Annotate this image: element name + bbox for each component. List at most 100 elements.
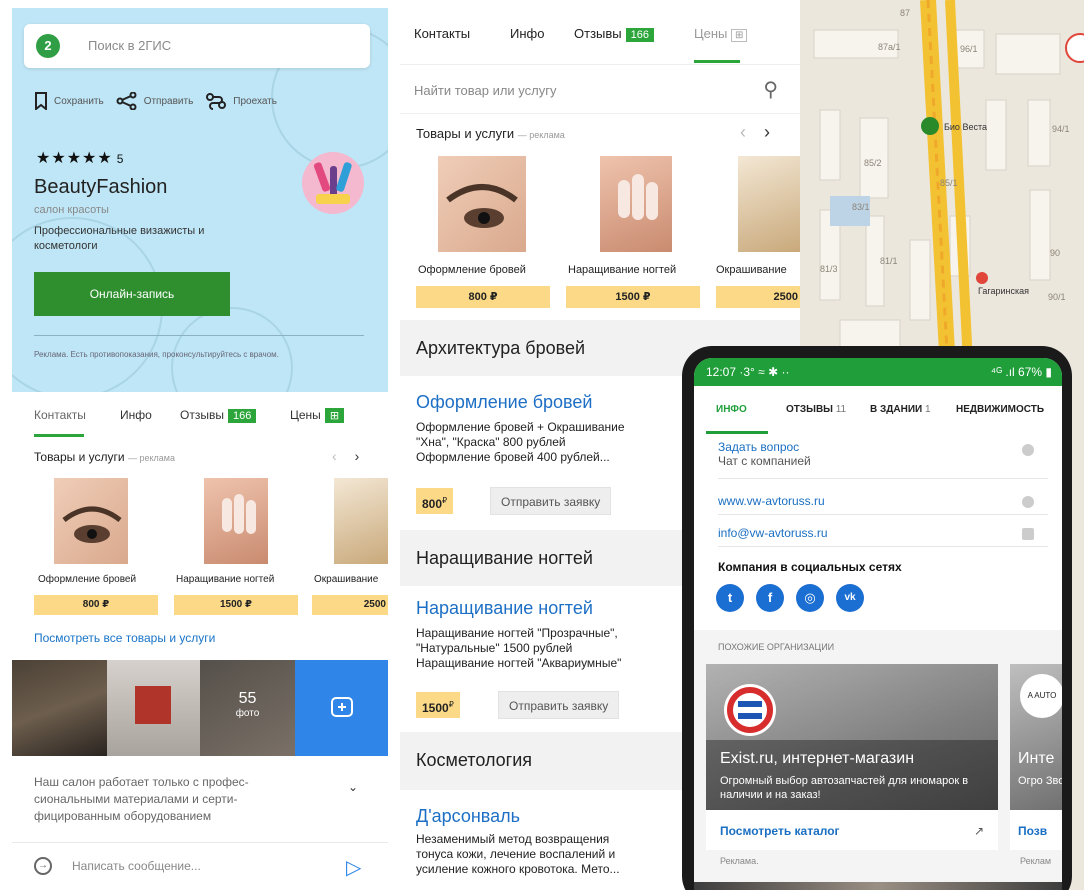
price-tag[interactable]: 2500 xyxy=(312,595,388,615)
metro-icon[interactable] xyxy=(976,272,988,284)
photo-count-label: фото xyxy=(235,708,260,719)
photo-more[interactable]: 55 фото xyxy=(200,660,295,756)
globe-icon[interactable] xyxy=(1022,496,1034,508)
route-label: Проехать xyxy=(233,95,277,107)
similar-org-card[interactable]: Exist.ru, интернет-магазин Огромный выбо… xyxy=(706,664,998,850)
map-marker-icon[interactable] xyxy=(1065,33,1084,63)
send-request-button[interactable]: Отправить заявку xyxy=(490,487,612,515)
search-icon[interactable]: ⚲ xyxy=(763,77,778,102)
product-image-nails[interactable] xyxy=(204,478,268,564)
message-input[interactable]: Написать сообщение... xyxy=(72,859,201,873)
chevron-down-icon[interactable]: ⌄ xyxy=(348,780,358,794)
goods-search-input[interactable]: Найти товар или услугу ⚲ xyxy=(400,64,800,114)
tab-reviews[interactable]: ОТЗЫВЫ 11 xyxy=(786,404,846,415)
tab-reviews[interactable]: Отзывы 166 xyxy=(180,408,257,423)
view-catalog-link[interactable]: Посмотреть каталог xyxy=(720,824,840,838)
service-title[interactable]: Наращивание ногтей xyxy=(416,598,593,619)
service-title[interactable]: Оформление бровей xyxy=(416,392,592,413)
divider xyxy=(718,478,1048,479)
product-image-brows[interactable] xyxy=(438,156,526,252)
service-price[interactable]: 800₽ xyxy=(416,488,454,514)
service-title[interactable]: Д'арсонваль xyxy=(416,806,520,827)
external-link-icon[interactable]: ↗ xyxy=(974,824,984,838)
chevron-right-icon[interactable]: › xyxy=(764,122,770,142)
tab-bar: Контакты Инфо Отзывы 166 Цены ⊞ xyxy=(400,8,800,64)
product-image-hair[interactable] xyxy=(738,156,800,252)
tab-contacts[interactable]: Контакты xyxy=(414,26,470,41)
share-icon xyxy=(116,92,137,110)
product-image-brows[interactable] xyxy=(54,478,128,564)
service-price[interactable]: 1500₽ xyxy=(416,692,460,718)
map-label: 83/1 xyxy=(852,202,870,212)
phone-tab-bar: ИНФО ОТЗЫВЫ 11 В ЗДАНИИ 1 НЕДВИЖИМОСТЬ xyxy=(694,386,1062,434)
bookmark-icon xyxy=(35,92,47,110)
message-bar: → Написать сообщение... ▷ xyxy=(12,842,388,890)
instagram-icon[interactable]: ◎ xyxy=(796,584,824,612)
tab-reviews-label: ОТЗЫВЫ xyxy=(786,404,833,415)
see-all-goods-link[interactable]: Посмотреть все товары и услуги xyxy=(34,631,215,645)
photo-count-value: 55 xyxy=(238,690,257,707)
mail-icon[interactable] xyxy=(1022,528,1034,540)
divider xyxy=(34,335,364,336)
vk-icon[interactable]: vk xyxy=(836,584,864,612)
chat-icon[interactable] xyxy=(1022,444,1034,456)
similar-org-card[interactable]: A AUTO Инте Огро Звон Позв xyxy=(1010,664,1062,850)
product-image-nails[interactable] xyxy=(600,156,672,252)
chevron-left-icon[interactable]: ‹ xyxy=(740,122,746,142)
tab-prices[interactable]: Цены ⊞ xyxy=(694,26,748,42)
tab-in-building-count: 1 xyxy=(925,404,931,415)
goods-title: Товары и услуги — реклама xyxy=(34,450,175,464)
rating: ★★★★★ 5 xyxy=(36,148,124,168)
ask-question-link[interactable]: Задать вопрос xyxy=(718,440,799,454)
photo-thumb[interactable] xyxy=(107,660,200,756)
tab-in-building-label: В ЗДАНИИ xyxy=(870,404,923,415)
tab-real-estate[interactable]: НЕДВИЖИМОСТЬ xyxy=(956,404,1044,415)
category-header: Наращивание ногтей xyxy=(416,548,593,568)
rating-value: 5 xyxy=(116,152,125,166)
price-tag[interactable]: 800 ₽ xyxy=(416,286,550,308)
call-link[interactable]: Позв xyxy=(1018,824,1047,838)
tab-prices[interactable]: Цены ⊞ xyxy=(290,408,345,423)
business-type: салон красоты xyxy=(34,204,109,216)
price-tag[interactable]: 2500 xyxy=(716,286,800,308)
attach-icon[interactable]: → xyxy=(34,857,52,875)
photo-thumb[interactable] xyxy=(12,660,107,756)
business-description: Профессиональные визажисты и косметологи xyxy=(34,225,205,252)
online-booking-button[interactable]: Онлайн-запись xyxy=(34,272,230,316)
price-tag[interactable]: 800 ₽ xyxy=(34,595,158,615)
cart-icon: ⊞ xyxy=(324,408,345,423)
search-input[interactable]: 2 Поиск в 2ГИС xyxy=(24,24,370,68)
tab-prices-label: Цены xyxy=(290,408,321,422)
tab-contacts[interactable]: Контакты xyxy=(34,408,86,422)
product-image-hair[interactable] xyxy=(334,478,388,564)
2gis-logo-icon: 2 xyxy=(36,34,60,58)
tab-in-building[interactable]: В ЗДАНИИ 1 xyxy=(870,404,931,415)
send-icon[interactable]: ▷ xyxy=(346,855,361,880)
tab-reviews[interactable]: Отзывы 166 xyxy=(574,26,654,42)
send-request-button[interactable]: Отправить заявку xyxy=(498,691,620,719)
add-photo-button[interactable] xyxy=(295,660,388,756)
website-link[interactable]: www.vw-avtoruss.ru xyxy=(718,494,825,508)
chevron-right-icon[interactable]: › xyxy=(355,448,360,464)
photo-door xyxy=(135,686,171,724)
email-link[interactable]: info@vw-avtoruss.ru xyxy=(718,526,828,540)
price-tag[interactable]: 1500 ₽ xyxy=(566,286,700,308)
photo-count: 55 фото xyxy=(200,690,295,719)
chevron-left-icon[interactable]: ‹ xyxy=(332,448,337,464)
poi-pin-icon[interactable] xyxy=(921,117,939,135)
price-tag[interactable]: 1500 ₽ xyxy=(174,595,298,615)
product-caption: Окрашивание xyxy=(314,574,379,585)
poi-label: Био Веста xyxy=(944,122,987,132)
route-button[interactable]: Проехать xyxy=(205,92,277,110)
tab-info[interactable]: ИНФО xyxy=(716,404,747,415)
ad-disclaimer: Реклама. Есть противопоказания, проконсу… xyxy=(34,350,279,359)
share-button[interactable]: Отправить xyxy=(116,92,193,110)
tab-info[interactable]: Инфо xyxy=(120,408,152,422)
facebook-icon[interactable]: f xyxy=(756,584,784,612)
tab-info[interactable]: Инфо xyxy=(510,26,544,41)
currency-label: ₽ xyxy=(442,496,448,505)
map-label: 85/1 xyxy=(940,178,958,188)
twitter-icon[interactable]: t xyxy=(716,584,744,612)
save-button[interactable]: Сохранить xyxy=(34,92,104,110)
org-description: Огро Звон xyxy=(1018,775,1062,787)
